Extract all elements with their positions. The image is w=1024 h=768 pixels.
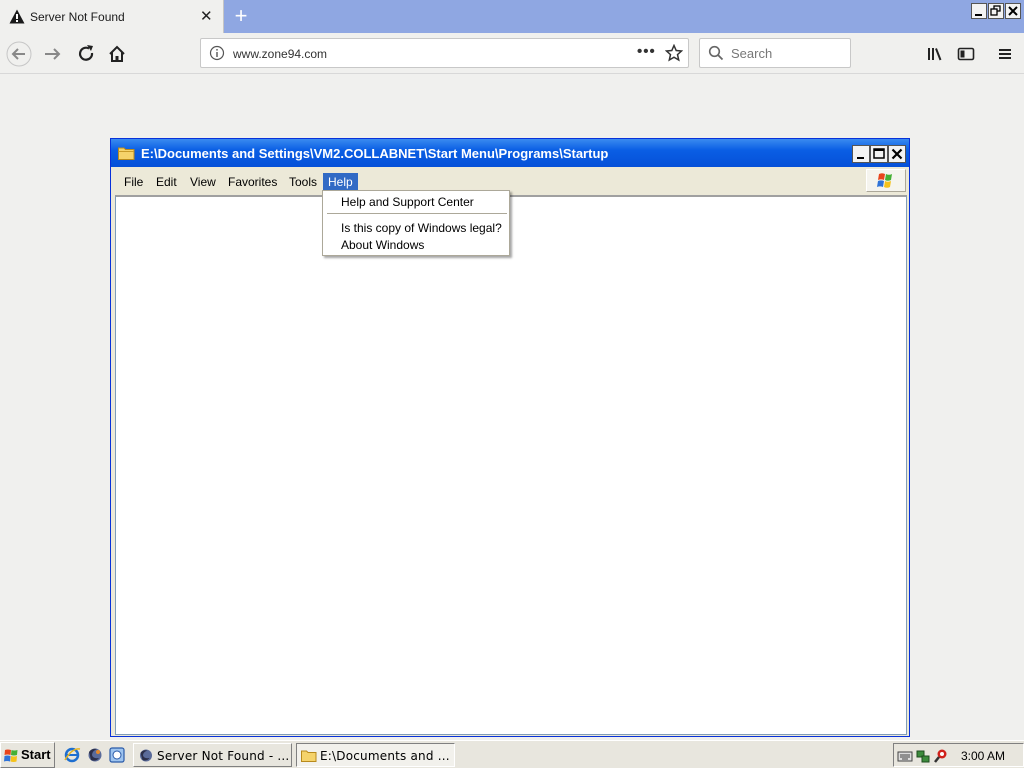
warning-icon: [9, 9, 25, 24]
search-input[interactable]: [731, 46, 841, 61]
windows-flag-icon: [4, 749, 18, 762]
browser-tab-strip: Server Not Found ✕ +: [0, 0, 1024, 33]
taskbar-button-label: Server Not Found - ...: [157, 749, 290, 763]
minimize-icon: [975, 14, 982, 16]
clock[interactable]: 3:00 AM: [961, 749, 1005, 763]
maximize-window-button[interactable]: [870, 145, 888, 163]
start-label: Start: [21, 747, 51, 762]
menu-tools[interactable]: Tools: [284, 173, 322, 191]
internet-explorer-icon[interactable]: [63, 746, 81, 764]
home-icon[interactable]: [104, 41, 130, 67]
menu-separator: [327, 213, 507, 214]
menu-view[interactable]: View: [185, 173, 221, 191]
keyboard-icon[interactable]: [897, 748, 913, 764]
folder-icon: [301, 750, 317, 762]
search-bar[interactable]: [699, 38, 851, 68]
windows-logo-throbber: [866, 169, 906, 192]
close-icon: [891, 148, 903, 160]
close-window-button[interactable]: [888, 145, 906, 163]
back-arrow-icon[interactable]: [6, 41, 32, 67]
menu-edit[interactable]: Edit: [151, 173, 182, 191]
taskbar-button-label: E:\Documents and ...: [320, 749, 450, 763]
close-browser-button[interactable]: [1005, 3, 1021, 19]
menu-help[interactable]: Help: [323, 173, 358, 191]
taskbar-button-firefox[interactable]: Server Not Found - ...: [133, 743, 292, 767]
search-icon: [708, 45, 724, 61]
windows-flag-icon: [877, 173, 892, 188]
menu-file[interactable]: File: [119, 173, 148, 191]
library-icon[interactable]: [922, 41, 948, 67]
minimize-window-button[interactable]: [852, 145, 870, 163]
start-button[interactable]: Start: [0, 742, 55, 768]
sidebar-icon[interactable]: [953, 41, 979, 67]
firefox-icon[interactable]: [86, 746, 104, 764]
explorer-title: E:\Documents and Settings\VM2.COLLABNET\…: [141, 146, 609, 161]
menuitem-about-windows[interactable]: About Windows: [341, 238, 424, 252]
new-tab-button[interactable]: +: [229, 3, 253, 29]
explorer-window: E:\Documents and Settings\VM2.COLLABNET\…: [110, 138, 910, 737]
minimize-icon: [857, 157, 864, 159]
minimize-browser-button[interactable]: [971, 3, 987, 19]
reload-icon[interactable]: [73, 41, 99, 67]
taskbar: Start Server Not Found - ... E:\Document…: [0, 740, 1024, 768]
taskbar-button-explorer[interactable]: E:\Documents and ...: [296, 743, 455, 767]
close-tab-icon[interactable]: ✕: [200, 9, 213, 24]
restore-icon: [990, 5, 1001, 16]
bookmark-star-icon[interactable]: [665, 44, 683, 62]
help-dropdown-menu: Help and Support Center Is this copy of …: [322, 190, 510, 256]
url-bar[interactable]: www.zone94.com •••: [200, 38, 689, 68]
browser-toolbar: www.zone94.com •••: [0, 33, 1024, 74]
tab-title: Server Not Found: [30, 10, 125, 24]
forward-arrow-icon[interactable]: [40, 41, 66, 67]
maximize-icon: [873, 148, 885, 159]
browser-tab[interactable]: Server Not Found ✕: [0, 0, 224, 33]
menuitem-help-and-support-center[interactable]: Help and Support Center: [341, 195, 474, 209]
folder-content-area[interactable]: [115, 195, 907, 735]
hamburger-menu-icon[interactable]: [992, 41, 1018, 67]
security-alert-icon[interactable]: [933, 748, 949, 764]
firefox-icon: [140, 749, 152, 762]
restore-browser-button[interactable]: [988, 3, 1004, 19]
folder-icon: [118, 147, 135, 160]
page-actions-menu-icon[interactable]: •••: [637, 43, 656, 60]
info-icon[interactable]: [209, 45, 225, 61]
menuitem-is-this-copy-legal[interactable]: Is this copy of Windows legal?: [341, 221, 502, 235]
close-icon: [1008, 6, 1018, 16]
menu-favorites[interactable]: Favorites: [223, 173, 282, 191]
url-text: www.zone94.com: [233, 47, 328, 61]
system-tray: 3:00 AM: [893, 743, 1024, 767]
network-icon[interactable]: [915, 748, 931, 764]
show-desktop-icon[interactable]: [108, 746, 126, 764]
explorer-menu-bar: File Edit View Favorites Tools Help: [114, 168, 906, 192]
explorer-title-bar[interactable]: E:\Documents and Settings\VM2.COLLABNET\…: [111, 139, 909, 167]
